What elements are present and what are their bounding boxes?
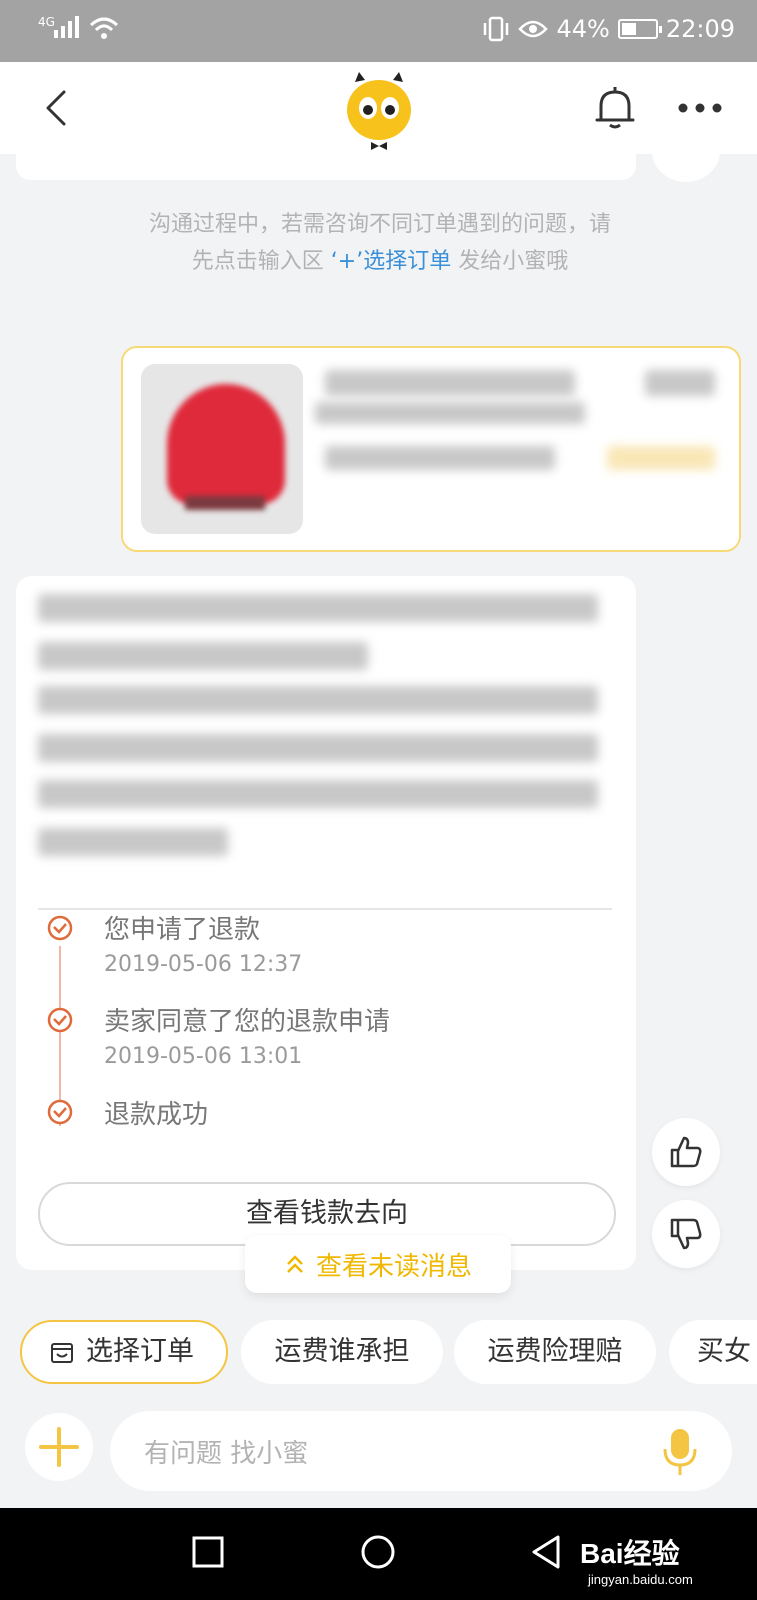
timeline-time: 2019-05-06 12:37	[104, 952, 303, 977]
quick-reply-bar: 选择订单 运费谁承担 运费险理赔 买女	[0, 1318, 757, 1390]
plus-icon	[39, 1427, 79, 1467]
add-button[interactable]	[25, 1413, 93, 1481]
status-left: 4G	[38, 14, 119, 40]
nav-bar	[0, 62, 757, 154]
chip-shipping-insurance[interactable]: 运费险理赔	[454, 1320, 656, 1384]
refund-message-card: 您申请了退款 2019-05-06 12:37 卖家同意了您的退款申请 2019…	[16, 576, 636, 1270]
chip-more[interactable]: 买女	[669, 1320, 757, 1384]
vibrate-icon	[484, 16, 509, 42]
timeline-title: 退款成功	[104, 1100, 209, 1130]
previous-button-edge[interactable]	[652, 120, 720, 182]
timeline-title: 您申请了退款	[104, 915, 261, 945]
redacted-line	[38, 828, 228, 856]
more-icon[interactable]	[677, 102, 723, 114]
chip-label: 买女	[697, 1336, 751, 1367]
mascot-logo	[347, 72, 411, 150]
redacted-line	[38, 642, 368, 670]
watermark-brand: Bai经验	[580, 1538, 680, 1569]
thumbs-down-button[interactable]	[652, 1200, 720, 1268]
microphone-icon[interactable]	[662, 1427, 698, 1477]
clock: 22:09	[665, 15, 735, 43]
redacted-line	[325, 370, 575, 396]
status-right: 44% 22:09	[482, 15, 735, 43]
unread-label: 查看未读消息	[315, 1251, 472, 1282]
plus-symbol: ‘+’	[330, 249, 364, 274]
system-message: 沟通过程中，若需咨询不同订单遇到的问题，请先点击输入区 ‘+’选择订单 发给小蜜…	[140, 206, 620, 280]
chip-label: 选择订单	[86, 1336, 194, 1367]
order-icon	[51, 1343, 73, 1363]
redacted-line	[38, 686, 598, 714]
back-nav-icon[interactable]	[530, 1534, 562, 1570]
product-image-base	[185, 496, 265, 510]
timeline-title: 卖家同意了您的退款申请	[104, 1007, 391, 1037]
chevron-up-double-icon	[287, 1255, 303, 1273]
redacted-line	[315, 402, 585, 424]
product-image	[141, 364, 303, 534]
status-bar: 4G 44% 22:09	[0, 0, 757, 62]
select-order-link[interactable]: 选择订单	[363, 249, 451, 274]
signal-icon	[54, 14, 79, 40]
home-icon[interactable]	[360, 1534, 396, 1570]
redacted-line	[38, 594, 598, 622]
timeline-check-icon	[47, 1007, 73, 1033]
wifi-icon	[89, 17, 119, 39]
timeline-check-icon	[47, 915, 73, 941]
thumbs-up-button[interactable]	[652, 1118, 720, 1186]
chip-shipping-fee[interactable]: 运费谁承担	[241, 1320, 443, 1384]
previous-card-edge	[16, 150, 636, 180]
order-card[interactable]	[121, 346, 741, 552]
redacted-line	[645, 370, 715, 396]
thumbs-down-icon	[670, 1218, 702, 1250]
input-bar: 有问题 找小蜜	[0, 1405, 757, 1505]
battery-icon	[617, 19, 662, 39]
system-message-suffix: 发给小蜜哦	[458, 249, 569, 274]
input-placeholder: 有问题 找小蜜	[144, 1439, 309, 1469]
network-type: 4G	[38, 15, 55, 29]
redacted-line	[607, 446, 715, 470]
timeline-check-icon	[47, 1099, 73, 1125]
chip-select-order[interactable]: 选择订单	[20, 1320, 228, 1384]
system-navigation-bar: Bai经验 jingyan.baidu.com	[0, 1508, 757, 1600]
chip-label: 运费险理赔	[487, 1336, 623, 1367]
chip-label: 运费谁承担	[274, 1336, 410, 1367]
timeline-time: 2019-05-06 13:01	[104, 1044, 303, 1069]
recent-apps-icon[interactable]	[192, 1536, 224, 1568]
thumbs-up-icon	[670, 1136, 702, 1168]
message-input[interactable]: 有问题 找小蜜	[110, 1411, 732, 1491]
baidu-watermark: Bai经验 jingyan.baidu.com	[580, 1532, 693, 1587]
battery-level	[621, 23, 636, 35]
eye-icon	[518, 20, 549, 38]
redacted-line	[38, 734, 598, 762]
watermark-url: jingyan.baidu.com	[588, 1572, 693, 1587]
bell-icon[interactable]	[591, 84, 639, 132]
unread-messages-button[interactable]: 查看未读消息	[245, 1235, 511, 1293]
back-icon[interactable]	[38, 88, 78, 128]
battery-percent: 44%	[556, 15, 610, 43]
redacted-line	[38, 780, 598, 808]
redacted-line	[325, 446, 555, 470]
product-image-blur	[167, 384, 285, 504]
